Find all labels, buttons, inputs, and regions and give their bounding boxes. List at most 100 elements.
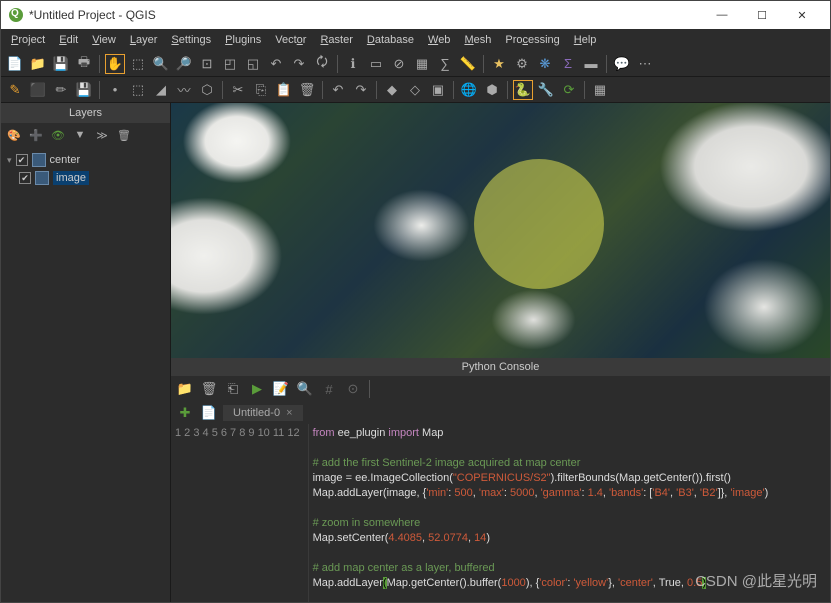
layer-label: center: [50, 154, 81, 166]
menu-help[interactable]: Help: [568, 32, 603, 48]
menu-project[interactable]: Project: [5, 32, 51, 48]
zoom-next-icon[interactable]: ↷: [289, 54, 309, 74]
save-edits-icon[interactable]: 💾: [74, 80, 94, 100]
edit2-icon[interactable]: ✏: [51, 80, 71, 100]
zoom-selection-icon[interactable]: ◰: [220, 54, 240, 74]
zoom-layer-icon[interactable]: ◱: [243, 54, 263, 74]
gear-icon[interactable]: ❋: [535, 54, 555, 74]
deselect-icon[interactable]: ⊘: [389, 54, 409, 74]
hash-icon[interactable]: #: [319, 379, 339, 399]
close-button[interactable]: ✕: [782, 1, 822, 29]
zoom-full-icon[interactable]: ⊡: [197, 54, 217, 74]
stats-icon[interactable]: ▬: [581, 54, 601, 74]
clear-icon[interactable]: 🗑: [199, 379, 219, 399]
maximize-button[interactable]: ☐: [742, 1, 782, 29]
edit-icon[interactable]: ✎: [5, 80, 25, 100]
field-calc-icon[interactable]: ∑: [435, 54, 455, 74]
expand-icon[interactable]: ▾: [7, 155, 12, 166]
add-group-icon[interactable]: ➕: [27, 126, 45, 144]
obj-icon[interactable]: ⊙: [343, 379, 363, 399]
menu-view[interactable]: View: [86, 32, 122, 48]
attributes-icon[interactable]: ▦: [412, 54, 432, 74]
zoom-out-icon[interactable]: 🔎: [174, 54, 194, 74]
cut-icon[interactable]: ✂: [228, 80, 248, 100]
tab-label: Untitled-0: [233, 407, 280, 419]
save-project-icon[interactable]: 💾: [51, 54, 71, 74]
minimize-button[interactable]: —: [702, 1, 742, 29]
menu-vector[interactable]: Vector: [269, 32, 312, 48]
open-project-icon[interactable]: 📁: [28, 54, 48, 74]
plugin4-icon[interactable]: 🌐: [459, 80, 479, 100]
sigma-icon[interactable]: Σ: [558, 54, 578, 74]
menu-mesh[interactable]: Mesh: [458, 32, 497, 48]
print-icon[interactable]: 🖶: [74, 54, 94, 74]
layer-image[interactable]: ✔ image: [7, 169, 164, 187]
watermark: CSDN @此星光明: [695, 570, 817, 591]
help-icon[interactable]: 💬: [612, 54, 632, 74]
file-icon[interactable]: 📄: [199, 403, 219, 423]
window-title: *Untitled Project - QGIS: [29, 8, 696, 22]
menu-plugins[interactable]: Plugins: [219, 32, 267, 48]
tool-wrench-icon[interactable]: 🔧: [536, 80, 556, 100]
main-area: Python Console 📁 🗑 ⎗ ▶ 📝 🔍 # ⊙ ✚ 📄 Untit…: [171, 103, 830, 602]
filter-icon[interactable]: ▼: [71, 126, 89, 144]
zoom-last-icon[interactable]: ↶: [266, 54, 286, 74]
zoom-in-icon[interactable]: 🔍: [151, 54, 171, 74]
copy-icon[interactable]: ⎘: [251, 80, 271, 100]
layer-add-icon[interactable]: ▦: [590, 80, 610, 100]
menu-web[interactable]: Web: [422, 32, 456, 48]
tool4-icon[interactable]: 〰: [174, 80, 194, 100]
undo-icon[interactable]: ↶: [328, 80, 348, 100]
expand-icon[interactable]: ≫: [93, 126, 111, 144]
pan-selection-icon[interactable]: ⬚: [128, 54, 148, 74]
menu-layer[interactable]: Layer: [124, 32, 164, 48]
measure-icon[interactable]: 📏: [458, 54, 478, 74]
add-feature-icon[interactable]: •: [105, 80, 125, 100]
layer-center[interactable]: ▾ ✔ center: [7, 151, 164, 169]
search-icon[interactable]: 🔍: [295, 379, 315, 399]
bookmark-icon[interactable]: ★: [489, 54, 509, 74]
identify-icon[interactable]: ℹ: [343, 54, 363, 74]
tool2-icon[interactable]: ⬚: [128, 80, 148, 100]
redo-icon[interactable]: ↷: [351, 80, 371, 100]
checkbox-icon[interactable]: ✔: [19, 172, 31, 184]
add-tab-icon[interactable]: ✚: [175, 403, 195, 423]
menu-processing[interactable]: Processing: [499, 32, 565, 48]
tool3-icon[interactable]: ◢: [151, 80, 171, 100]
python-console-icon[interactable]: 🐍: [513, 80, 533, 100]
plugin2-icon[interactable]: ◇: [405, 80, 425, 100]
menu-raster[interactable]: Raster: [314, 32, 358, 48]
editor-icon[interactable]: 📝: [271, 379, 291, 399]
style-icon[interactable]: 🎨: [5, 126, 23, 144]
python-console-title: Python Console: [171, 358, 830, 376]
remove-icon[interactable]: 🗑: [115, 126, 133, 144]
paste-icon[interactable]: 📋: [274, 80, 294, 100]
add-vector-icon[interactable]: ⬛: [28, 80, 48, 100]
checkbox-icon[interactable]: ✔: [16, 154, 28, 166]
new-project-icon[interactable]: 📄: [5, 54, 25, 74]
map-canvas[interactable]: [171, 103, 830, 358]
editor-tabs: ✚ 📄 Untitled-0 ×: [171, 402, 830, 424]
menu-settings[interactable]: Settings: [165, 32, 217, 48]
plugin1-icon[interactable]: ◆: [382, 80, 402, 100]
more-icon[interactable]: ⋯: [635, 54, 655, 74]
refresh-icon[interactable]: 🗘: [312, 54, 332, 74]
qgis-window: *Untitled Project - QGIS — ☐ ✕ Project E…: [0, 0, 831, 603]
open-script-icon[interactable]: 📁: [175, 379, 195, 399]
tool5-icon[interactable]: ⬡: [197, 80, 217, 100]
import-icon[interactable]: ⎗: [223, 379, 243, 399]
menu-edit[interactable]: Edit: [53, 32, 84, 48]
tool-icon[interactable]: ⚙: [512, 54, 532, 74]
plugin5-icon[interactable]: ⬢: [482, 80, 502, 100]
pan-icon[interactable]: ✋: [105, 54, 125, 74]
delete-icon[interactable]: 🗑: [297, 80, 317, 100]
close-tab-icon[interactable]: ×: [286, 407, 292, 419]
menu-database[interactable]: Database: [361, 32, 420, 48]
plugin3-icon[interactable]: ▣: [428, 80, 448, 100]
run-icon[interactable]: ▶: [247, 379, 267, 399]
visibility-icon[interactable]: 👁: [49, 126, 67, 144]
titlebar: *Untitled Project - QGIS — ☐ ✕: [1, 1, 830, 29]
editor-tab[interactable]: Untitled-0 ×: [223, 405, 303, 421]
reload-icon[interactable]: ⟳: [559, 80, 579, 100]
select-icon[interactable]: ▭: [366, 54, 386, 74]
